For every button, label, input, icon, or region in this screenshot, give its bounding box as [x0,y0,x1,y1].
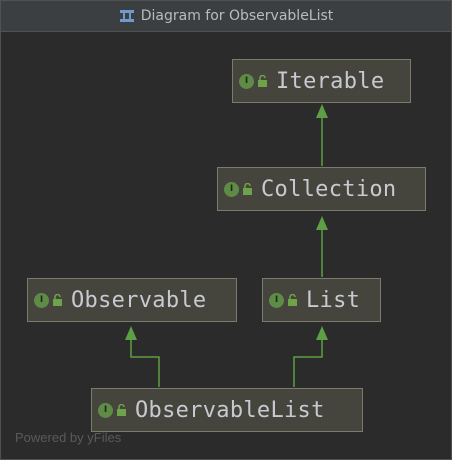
arrowhead-iterable [316,104,328,118]
interface-icon: I [239,73,254,89]
interface-icon: I [34,292,49,308]
arrowhead-collection [316,216,328,230]
node-iterable[interactable]: I Iterable [232,59,411,103]
node-label-observable: Observable [71,287,207,313]
yfiles-watermark: Powered by yFiles [15,430,122,445]
arrowhead-observable [125,326,137,340]
window-titlebar[interactable]: Diagram for ObservableList [1,1,451,32]
interface-icon: I [269,292,284,308]
arrowhead-list [316,326,328,340]
unlocked-icon [117,404,126,416]
edge-observablelist-observable [130,338,160,387]
node-label-iterable: Iterable [276,68,385,94]
interface-icon: I [224,181,239,197]
node-observable[interactable]: I Observable [27,278,237,322]
unlocked-icon [288,294,297,306]
node-label-list: List [306,287,361,313]
unlocked-icon [53,294,62,306]
node-observablelist[interactable]: I ObservableList [91,388,363,432]
edge-observablelist-list [293,338,323,387]
node-collection[interactable]: I Collection [217,167,426,211]
window-title: Diagram for ObservableList [140,8,334,24]
node-label-observablelist: ObservableList [135,397,325,423]
unlocked-icon [258,75,267,87]
interface-icon: I [98,402,113,418]
unlocked-icon [243,183,252,195]
diagram-icon [119,8,135,24]
diagram-window: Diagram for ObservableList I Iterable I … [0,0,452,460]
node-list[interactable]: I List [262,278,381,322]
node-label-collection: Collection [261,176,397,202]
diagram-canvas[interactable]: I Iterable I Collection I Observable I L… [1,32,451,459]
